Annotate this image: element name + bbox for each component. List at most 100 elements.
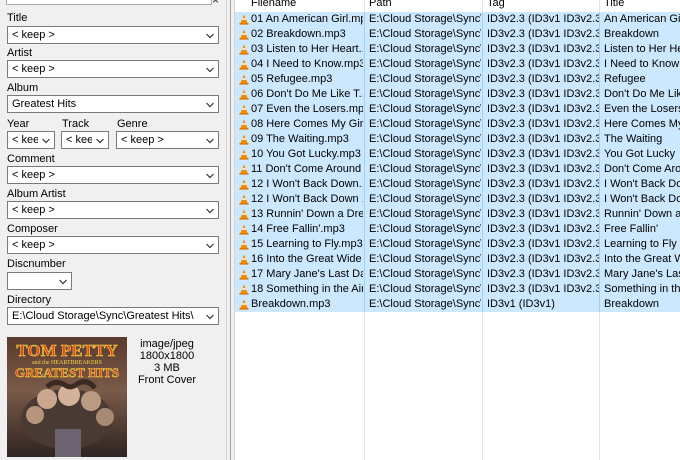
cell-path: E:\Cloud Storage\Sync\...: [369, 298, 481, 310]
table-row[interactable]: 12 I Won't Back Down 1... E:\Cloud Storag…: [235, 192, 680, 207]
track-combobox[interactable]: < keep: [61, 131, 109, 149]
cell-filename: 04 I Need to Know.mp3: [251, 58, 363, 70]
cell-tag: ID3v2.3 (ID3v1 ID3v2.3): [487, 268, 599, 280]
row-separator: [364, 282, 365, 297]
chevron-down-icon[interactable]: [204, 29, 216, 42]
column-header-tag[interactable]: Tag: [487, 0, 505, 10]
chevron-down-icon[interactable]: [204, 134, 216, 147]
cell-path: E:\Cloud Storage\Sync\...: [369, 253, 481, 265]
cell-title: Something in the: [604, 283, 680, 295]
table-row[interactable]: 16 Into the Great Wide ... E:\Cloud Stora…: [235, 252, 680, 267]
row-separator: [482, 132, 483, 147]
row-separator: [599, 162, 600, 177]
table-row[interactable]: 01 An American Girl.mp3 E:\Cloud Storage\…: [235, 12, 680, 27]
table-row[interactable]: 11 Don't Come Around ... E:\Cloud Storage…: [235, 162, 680, 177]
artist-value: < keep >: [12, 63, 55, 75]
vlc-cone-icon: [239, 59, 249, 70]
chevron-down-icon[interactable]: [57, 275, 69, 288]
table-row[interactable]: 15 Learning to Fly.mp3 E:\Cloud Storage\S…: [235, 237, 680, 252]
cell-filename: 13 Runnin' Down a Drea...: [251, 208, 363, 220]
vlc-cone-icon: [239, 194, 249, 205]
cell-tag: ID3v2.3 (ID3v1 ID3v2.3): [487, 208, 599, 220]
cell-path: E:\Cloud Storage\Sync\...: [369, 178, 481, 190]
row-separator: [482, 102, 483, 117]
vlc-cone-icon: [239, 119, 249, 130]
column-header-filename[interactable]: Filename: [251, 0, 296, 10]
cell-filename: 08 Here Comes My Girl...: [251, 118, 363, 130]
chevron-down-icon[interactable]: [40, 134, 52, 147]
table-row[interactable]: 07 Even the Losers.mp3 E:\Cloud Storage\S…: [235, 102, 680, 117]
vlc-cone-icon: [239, 89, 249, 100]
genre-combobox[interactable]: < keep >: [116, 131, 219, 149]
row-separator: [364, 102, 365, 117]
cell-filename: 17 Mary Jane's Last Dan...: [251, 268, 363, 280]
year-combobox[interactable]: < keep: [7, 131, 55, 149]
table-row[interactable]: 08 Here Comes My Girl... E:\Cloud Storage…: [235, 117, 680, 132]
cover-type: Front Cover: [137, 374, 197, 386]
chevron-down-icon[interactable]: [204, 310, 216, 323]
table-row[interactable]: 09 The Waiting.mp3 E:\Cloud Storage\Sync\…: [235, 132, 680, 147]
vlc-cone-icon: [239, 44, 249, 55]
album-artist-combobox[interactable]: < keep >: [7, 201, 219, 219]
close-icon[interactable]: ×: [212, 0, 219, 6]
discnumber-label: Discnumber: [7, 258, 66, 270]
artist-combobox[interactable]: < keep >: [7, 60, 219, 78]
cell-filename: 12 I Won't Back Down....: [251, 178, 363, 190]
column-header-path[interactable]: Path: [369, 0, 392, 10]
panel-splitter[interactable]: [226, 0, 235, 460]
row-separator: [482, 12, 483, 27]
top-field-stub[interactable]: [6, 0, 212, 5]
title-combobox[interactable]: < keep >: [7, 26, 219, 44]
column-header-title[interactable]: Title: [604, 0, 624, 10]
cell-path: E:\Cloud Storage\Sync\...: [369, 133, 481, 145]
track-label: Track: [62, 118, 90, 130]
table-row[interactable]: Breakdown.mp3 E:\Cloud Storage\Sync\... ID…: [235, 297, 680, 312]
genre-label: Genre: [117, 118, 148, 130]
table-row[interactable]: 04 I Need to Know.mp3 E:\Cloud Storage\Sy…: [235, 57, 680, 72]
cell-filename: 10 You Got Lucky.mp3: [251, 148, 361, 160]
chevron-down-icon[interactable]: [204, 169, 216, 182]
cell-filename: 03 Listen to Her Heart....: [251, 43, 363, 55]
chevron-down-icon[interactable]: [204, 204, 216, 217]
table-row[interactable]: 06 Don't Do Me Like T... E:\Cloud Storage…: [235, 87, 680, 102]
table-row[interactable]: 05 Refugee.mp3 E:\Cloud Storage\Sync\... I…: [235, 72, 680, 87]
composer-combobox[interactable]: < keep >: [7, 236, 219, 254]
top-strip: [0, 0, 226, 8]
chevron-down-icon[interactable]: [204, 63, 216, 76]
table-row[interactable]: 14 Free Fallin'.mp3 E:\Cloud Storage\Sync…: [235, 222, 680, 237]
cell-path: E:\Cloud Storage\Sync\...: [369, 148, 481, 160]
table-row[interactable]: 03 Listen to Her Heart.... E:\Cloud Stora…: [235, 42, 680, 57]
chevron-down-icon[interactable]: [94, 134, 106, 147]
cell-title: I Won't Back Dow: [604, 193, 680, 205]
table-row[interactable]: 12 I Won't Back Down.... E:\Cloud Storage…: [235, 177, 680, 192]
row-separator: [364, 72, 365, 87]
cell-tag: ID3v2.3 (ID3v1 ID3v2.3): [487, 103, 599, 115]
composer-value: < keep >: [12, 239, 55, 251]
album-cover-image[interactable]: TOM PETTY and the HEARTBREAKERS GREATEST…: [7, 337, 127, 457]
cell-path: E:\Cloud Storage\Sync\...: [369, 268, 481, 280]
cell-filename: 15 Learning to Fly.mp3: [251, 238, 363, 250]
directory-combobox[interactable]: E:\Cloud Storage\Sync\Greatest Hits\: [7, 307, 219, 325]
table-row[interactable]: 02 Breakdown.mp3 E:\Cloud Storage\Sync\..…: [235, 27, 680, 42]
cell-filename: 14 Free Fallin'.mp3: [251, 223, 345, 235]
table-row[interactable]: 18 Something in the Air.... E:\Cloud Stor…: [235, 282, 680, 297]
row-separator: [482, 42, 483, 57]
file-list[interactable]: Filename Path Tag Title 01 An American G…: [235, 0, 680, 460]
row-separator: [599, 237, 600, 252]
vlc-cone-icon: [239, 149, 249, 160]
discnumber-combobox[interactable]: [7, 272, 72, 290]
album-label: Album: [7, 82, 39, 94]
table-row[interactable]: 10 You Got Lucky.mp3 E:\Cloud Storage\Syn…: [235, 147, 680, 162]
album-combobox[interactable]: Greatest Hits: [7, 95, 219, 113]
cell-tag: ID3v1 (ID3v1): [487, 298, 555, 310]
row-separator: [482, 207, 483, 222]
cell-path: E:\Cloud Storage\Sync\...: [369, 43, 481, 55]
chevron-down-icon[interactable]: [204, 98, 216, 111]
composer-label: Composer: [7, 223, 58, 235]
table-row[interactable]: 13 Runnin' Down a Drea... E:\Cloud Storag…: [235, 207, 680, 222]
comment-combobox[interactable]: < keep >: [7, 166, 219, 184]
cover-info: image/jpeg 1800x1800 3 MB Front Cover: [130, 338, 204, 386]
chevron-down-icon[interactable]: [204, 239, 216, 252]
row-separator: [364, 132, 365, 147]
table-row[interactable]: 17 Mary Jane's Last Dan... E:\Cloud Stora…: [235, 267, 680, 282]
